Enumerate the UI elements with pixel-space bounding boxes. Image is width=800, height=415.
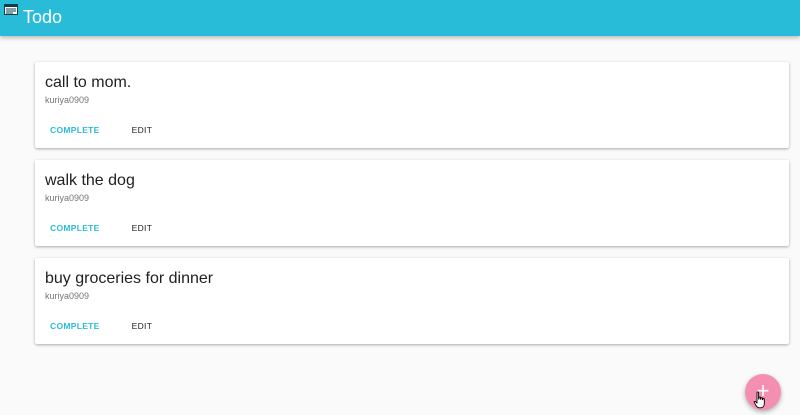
card-actions: COMPLETE EDIT [41,317,161,335]
todo-title: buy groceries for dinner [45,270,214,287]
edit-button[interactable]: EDIT [123,317,162,335]
todo-user: kuriya0909 [45,291,90,301]
todo-user: kuriya0909 [45,95,90,105]
todo-list: call to mom. kuriya0909 COMPLETE EDIT wa… [35,62,789,356]
complete-button[interactable]: COMPLETE [41,317,109,335]
complete-button[interactable]: COMPLETE [41,219,109,237]
todo-user: kuriya0909 [45,193,90,203]
edit-button[interactable]: EDIT [123,121,162,139]
app-bar: Todo [0,0,800,36]
todo-card: buy groceries for dinner kuriya0909 COMP… [35,258,789,344]
hand-cursor-icon [753,391,765,409]
card-actions: COMPLETE EDIT [41,219,161,237]
app-title: Todo [23,7,63,27]
todo-title: walk the dog [45,172,135,189]
todo-card: walk the dog kuriya0909 COMPLETE EDIT [35,160,789,246]
card-actions: COMPLETE EDIT [41,121,161,139]
todo-title: call to mom. [45,74,132,91]
edit-button[interactable]: EDIT [123,219,162,237]
todo-card: call to mom. kuriya0909 COMPLETE EDIT [35,62,789,148]
app-window-icon [4,4,18,15]
complete-button[interactable]: COMPLETE [41,121,109,139]
